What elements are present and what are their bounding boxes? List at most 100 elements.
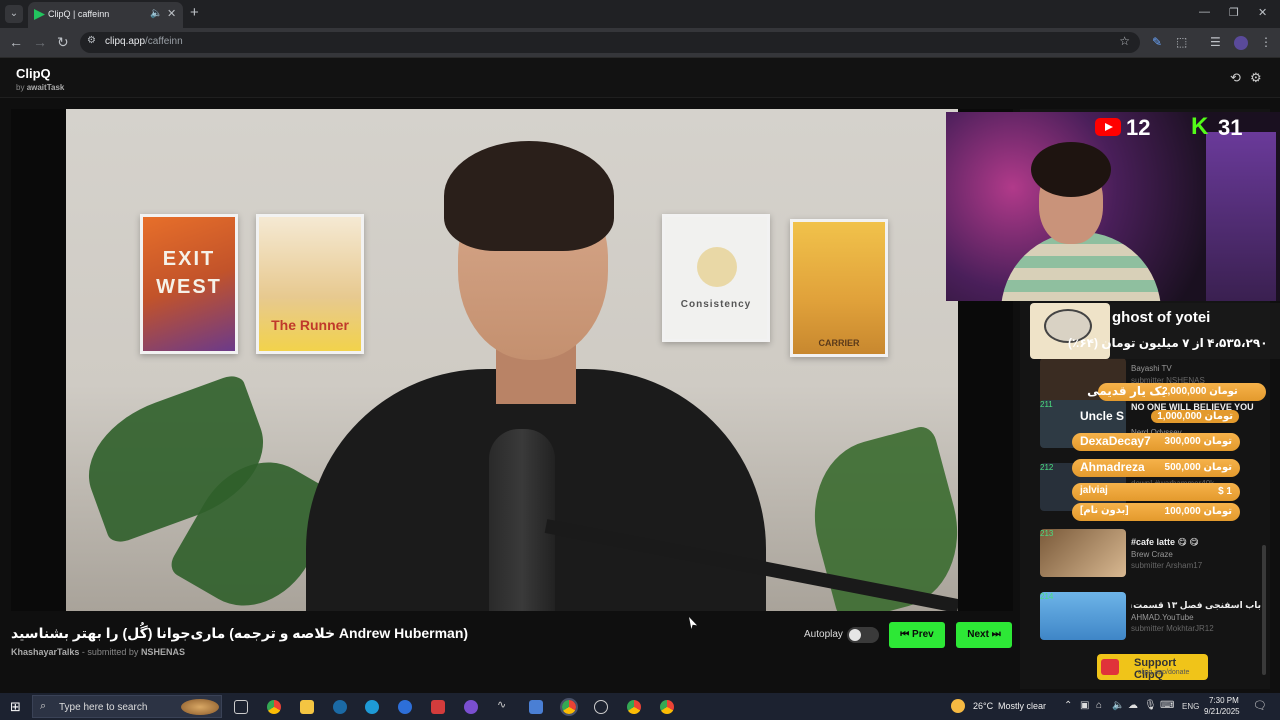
site-info-icon[interactable]: ⚙ (87, 35, 96, 46)
poster-text: EXIT WEST (156, 248, 222, 298)
notification-icon[interactable]: 🗨 (1253, 699, 1267, 712)
speaker-hair (444, 141, 614, 251)
search-icon: ⌕ (40, 700, 47, 712)
audio-wave-icon[interactable]: ∿ (497, 698, 511, 712)
steam-icon[interactable] (333, 700, 347, 714)
donor-name: [بدون نام] (1080, 505, 1129, 516)
clipq-favicon-icon (34, 9, 45, 20)
support-clipq-button[interactable]: Support ClipQ clipq.app/donate (1097, 654, 1208, 681)
tray-volume-icon[interactable]: 🔈 (1112, 700, 1124, 711)
tray-keyboard-icon[interactable]: ⌨ (1160, 700, 1174, 711)
chrome-profile-2-icon[interactable] (660, 700, 674, 714)
poster-consistency: Consistency (662, 214, 770, 342)
poster-exit-west: EXIT WEST (140, 214, 238, 354)
app-blue-icon[interactable] (398, 700, 412, 714)
coffee-cup-icon (1101, 659, 1119, 675)
minimize-icon[interactable]: — (1199, 6, 1210, 18)
chrome-icon[interactable] (267, 700, 281, 714)
taskbar-search-placeholder: Type here to search (59, 702, 148, 713)
tray-language[interactable]: ENG (1182, 702, 1199, 711)
back-arrow-icon[interactable]: ← (9, 34, 23, 50)
bookmark-star-icon[interactable]: ☆ (1119, 34, 1130, 48)
tray-network-icon[interactable]: ⌂ (1096, 700, 1102, 711)
forward-arrow-icon[interactable]: → (33, 34, 47, 50)
donation-amount: 300,000 تومان (1164, 436, 1232, 447)
edge-icon[interactable] (365, 700, 379, 714)
file-explorer-icon[interactable] (300, 700, 314, 714)
donation-amount: 500,000 تومان (1164, 462, 1232, 473)
search-highlight-image (181, 699, 219, 715)
kick-icon: K (1191, 113, 1209, 140)
donation-row: DexaDecay7 300,000 تومان (1072, 433, 1240, 451)
donor-name: DexaDecay7 (1080, 434, 1151, 448)
submitted-by-prefix: - submitted by (81, 647, 139, 657)
queue-scrollbar[interactable] (1262, 545, 1266, 675)
queue-channel: AHMAD.YouTube (1131, 613, 1194, 622)
tray-app-icon[interactable]: ▣ (1080, 700, 1089, 711)
queue-submitter: submitter MokhtarJR12 (1131, 624, 1214, 633)
windows-start-icon[interactable]: ⊞ (10, 699, 21, 715)
video-channel[interactable]: KhashayarTalks (11, 647, 79, 657)
app-logo[interactable]: ClipQ (16, 66, 51, 81)
tab-close-icon[interactable]: ✕ (167, 7, 176, 20)
browser-toolbar: ← → ↻ ⚙ clipq.app/caffeinn ☆ ✎ ⬚ ☰ ⋮ (0, 28, 1280, 58)
app-byline: by awaitTask (16, 83, 64, 92)
weather-moon-icon[interactable] (951, 699, 965, 713)
history-icon[interactable]: ⟲ (1230, 70, 1241, 86)
app-l-icon[interactable] (529, 700, 543, 714)
autoplay-label: Autoplay (804, 629, 843, 640)
app-purple-icon[interactable] (464, 700, 478, 714)
video-title: خلاصه و ترجمه) ماری‌جوانا (گُل) را بهتر … (11, 625, 469, 641)
window-close-icon[interactable]: ✕ (1258, 6, 1267, 19)
queue-item[interactable]: 213 #cafe latte 😋 😋 Brew Craze submitter… (1040, 529, 1260, 579)
restore-icon[interactable]: ❐ (1229, 6, 1239, 19)
clock-date[interactable]: 9/21/2025 (1204, 707, 1240, 716)
donation-row: jalviaj $ 1 (1072, 483, 1240, 501)
new-tab-plus-icon[interactable]: + (190, 4, 199, 21)
task-view-icon[interactable] (234, 700, 248, 714)
autoplay-toggle[interactable] (847, 627, 879, 643)
donation-alert: ghost of yotei ۴،۵۳۵،۲۹۰ از ۷ میلیون توم… (1030, 303, 1280, 359)
media-queue-icon[interactable]: ☰ (1210, 35, 1221, 49)
queue-number: 213 (1040, 529, 1054, 538)
prev-button[interactable]: ⏮ Prev (889, 622, 945, 648)
video-player[interactable]: EXIT WEST The Runner Consistency CARRIER (11, 109, 1013, 611)
webcam-shelf (1206, 132, 1276, 301)
weather-description: Mostly clear (998, 701, 1047, 711)
queue-channel: Bayashi TV (1131, 364, 1172, 373)
queue-number: 212 (1040, 463, 1054, 472)
donation-amount: $ 1 (1218, 486, 1232, 497)
tray-chevron-icon[interactable]: ⌃ (1064, 700, 1072, 711)
windows-taskbar: ⊞ ⌕ Type here to search ∿ 26°C Mostly cl… (0, 693, 1280, 720)
app-red-icon[interactable] (431, 700, 445, 714)
tray-cloud-icon[interactable]: ☁ (1128, 700, 1138, 711)
taskbar-search-box[interactable]: ⌕ Type here to search (32, 695, 222, 718)
youtube-viewer-count: 12 (1126, 115, 1151, 140)
reload-icon[interactable]: ↻ (57, 34, 69, 51)
poster-the-runner: The Runner (256, 214, 364, 354)
browser-menu-icon[interactable]: ⋮ (1260, 35, 1272, 49)
donation-goal-progress: ۴،۵۳۵،۲۹۰ از ۷ میلیون تومان (۶۴٪) (1068, 336, 1268, 350)
extension-translate-icon[interactable]: ✎ (1152, 35, 1162, 49)
streamer-webcam: 12 K 31 (946, 112, 1280, 301)
tab-search-chevron-icon[interactable]: ⌄ (5, 5, 23, 23)
tab-audio-icon[interactable]: 🔈 (150, 8, 162, 19)
kick-viewer-count: 31 (1218, 115, 1243, 140)
browser-tab-active[interactable]: ClipQ | caffeinn 🔈 ✕ (28, 2, 183, 28)
poster-text: Consistency (680, 299, 752, 310)
donor-name: Uncle S (1080, 409, 1125, 423)
profile-avatar[interactable] (1234, 36, 1248, 50)
address-bar[interactable]: ⚙ clipq.app/caffeinn ☆ (80, 32, 1140, 53)
chrome-active-icon[interactable] (560, 698, 578, 716)
next-button[interactable]: Next ⏭ (956, 622, 1012, 648)
app-circle-icon[interactable] (594, 700, 608, 714)
donation-row: Uncle S 1,000,000 تومان (1072, 408, 1247, 426)
queue-item[interactable]: 214 باب اسفنجی فصل ۱۳ قسمت۱ AHMAD.YouTub… (1040, 592, 1261, 642)
extensions-puzzle-icon[interactable]: ⬚ (1176, 35, 1187, 49)
tray-mic-icon[interactable]: 🎙 (1144, 700, 1157, 711)
queue-number: 214 (1040, 592, 1054, 601)
chrome-profile-icon[interactable] (627, 700, 641, 714)
donation-row: یک یار قدیمی 2,000,000 تومان (1087, 383, 1266, 401)
clock-time[interactable]: 7:30 PM (1209, 696, 1239, 705)
settings-sliders-icon[interactable]: ⚙ (1250, 70, 1262, 86)
